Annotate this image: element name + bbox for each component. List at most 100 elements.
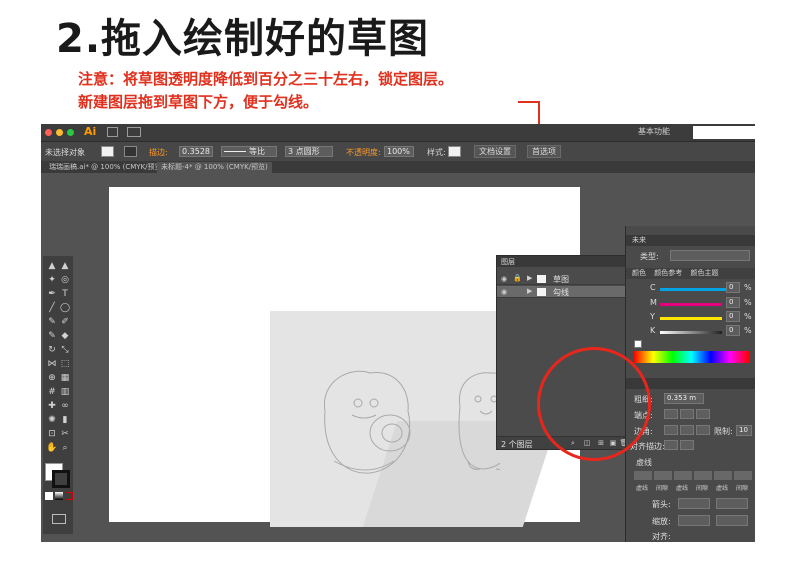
dash-field[interactable] [634,471,652,480]
arrange-documents-icon[interactable] [127,127,141,137]
yellow-slider[interactable] [660,317,722,320]
blend-tool-icon[interactable]: ∞ [59,400,71,412]
placed-sketch-image[interactable] [270,311,558,527]
stroke-color-swatch[interactable] [124,146,137,157]
brushes-panel-header[interactable]: 未来 [626,235,755,246]
expand-arrow-icon[interactable]: ▶ [527,274,532,282]
layer-name[interactable]: 草图 [553,274,569,285]
perspective-grid-tool-icon[interactable]: ▦ [59,372,71,384]
selection-tool-icon[interactable]: ▲ [46,260,58,272]
start-scale-input[interactable] [678,515,710,526]
yellow-value[interactable]: 0 [726,311,740,322]
end-scale-input[interactable] [716,515,748,526]
dash-field[interactable] [714,471,732,480]
artboard-tool-icon[interactable]: ⊡ [46,428,58,440]
stroke-weight-input[interactable]: 0.353 m [664,393,704,404]
symbol-sprayer-tool-icon[interactable]: ✺ [46,414,58,426]
pen-tool-icon[interactable]: ✒ [46,288,58,300]
bevel-join-button[interactable] [696,425,710,435]
gradient-mode-icon[interactable] [55,492,63,500]
width-tool-icon[interactable]: ⋈ [46,358,58,370]
opacity-input[interactable]: 100% [384,146,414,157]
magenta-slider[interactable] [660,303,722,306]
expand-arrow-icon[interactable]: ▶ [527,287,532,295]
rotate-tool-icon[interactable]: ↻ [46,344,58,356]
black-slider[interactable] [660,331,722,334]
minimize-window-button[interactable] [56,129,63,136]
round-cap-button[interactable] [680,409,694,419]
free-transform-tool-icon[interactable]: ⬚ [59,358,71,370]
opacity-label[interactable]: 不透明度: [346,147,381,158]
magic-wand-tool-icon[interactable]: ✦ [46,274,58,286]
help-search-input[interactable] [693,126,755,139]
black-value[interactable]: 0 [726,325,740,336]
white-swatch[interactable] [634,340,642,348]
visibility-eye-icon[interactable]: ◉ [501,288,507,296]
eraser-tool-icon[interactable]: ◆ [59,330,71,342]
brush-definition[interactable]: 3 点圆形 [285,146,333,157]
line-tool-icon[interactable]: ╱ [46,302,58,314]
direct-selection-tool-icon[interactable]: ▲ [59,260,71,272]
hand-tool-icon[interactable]: ✋ [46,442,58,454]
graphic-style-swatch[interactable] [448,146,461,157]
round-join-button[interactable] [680,425,694,435]
pencil-tool-icon[interactable]: ✐ [59,316,71,328]
layer-row-selected[interactable]: ◉ ▶ 勾线 [497,286,631,298]
zoom-tool-icon[interactable]: ⌕ [59,442,71,454]
color-guide-tab[interactable]: 颜色参考 [654,269,682,277]
eyedropper-tool-icon[interactable]: ✚ [46,400,58,412]
scale-tool-icon[interactable]: ⤡ [59,344,71,356]
type-tool-icon[interactable]: T [59,288,71,300]
none-mode-icon[interactable] [65,492,73,500]
color-themes-tab[interactable]: 颜色主题 [690,269,718,277]
dashed-line-label[interactable]: 虚线 [636,457,652,468]
paintbrush-tool-icon[interactable]: ✎ [46,316,58,328]
start-arrowhead-dropdown[interactable] [678,498,710,509]
type-dropdown[interactable] [670,250,750,261]
lock-icon[interactable]: 🔒 [513,274,522,282]
lasso-tool-icon[interactable]: ◎ [59,274,71,286]
miter-limit-input[interactable]: 10 [736,425,752,436]
layers-panel-title[interactable]: 图层 [501,257,515,267]
end-arrowhead-dropdown[interactable] [716,498,748,509]
column-graph-tool-icon[interactable]: ▮ [59,414,71,426]
stroke-swatch-icon[interactable] [52,470,70,488]
gradient-tool-icon[interactable]: ▥ [59,386,71,398]
align-inside-button[interactable] [680,440,694,450]
workspace-switcher[interactable]: 基本功能 [638,126,670,137]
gap-field[interactable] [654,471,672,480]
screen-mode-icon[interactable] [52,514,66,524]
color-spectrum[interactable] [634,351,749,363]
close-window-button[interactable] [45,129,52,136]
dash-field[interactable] [674,471,692,480]
fill-color-swatch[interactable] [101,146,114,157]
blob-brush-tool-icon[interactable]: ✎ [46,330,58,342]
layer-name[interactable]: 勾线 [553,287,569,298]
magenta-value[interactable]: 0 [726,297,740,308]
visibility-eye-icon[interactable]: ◉ [501,275,507,283]
shape-builder-tool-icon[interactable]: ⊕ [46,372,58,384]
gap-field[interactable] [734,471,752,480]
projecting-cap-button[interactable] [696,409,710,419]
document-tab-2[interactable]: 未标题-4* @ 100% (CMYK/预览) [157,162,272,173]
miter-join-button[interactable] [664,425,678,435]
percent-sign: % [744,312,752,321]
document-tab-1[interactable]: 瑞瑞画稿.ai* @ 100% (CMYK/预览) [45,162,168,173]
layer-row[interactable]: ◉ 🔒 ▶ 草图 [497,273,631,285]
mesh-tool-icon[interactable]: # [46,386,58,398]
preferences-button[interactable]: 首选项 [527,145,561,158]
color-tab[interactable]: 颜色 [632,269,646,277]
variable-width-profile[interactable]: 等比 [221,146,277,157]
slice-tool-icon[interactable]: ✂ [59,428,71,440]
illustrator-window: Ai 基本功能 未选择对象 描边: 0.3528 等比 3 点圆形 不透明度: … [41,124,755,542]
stroke-weight-input[interactable]: 0.3528 [179,146,213,157]
gap-field[interactable] [694,471,712,480]
document-setup-button[interactable]: 文档设置 [474,145,516,158]
align-center-button[interactable] [664,440,678,450]
cyan-value[interactable]: 0 [726,282,740,293]
bridge-icon[interactable] [107,127,118,137]
butt-cap-button[interactable] [664,409,678,419]
zoom-window-button[interactable] [67,129,74,136]
color-mode-icon[interactable] [45,492,53,500]
ellipse-tool-icon[interactable]: ◯ [59,302,71,314]
